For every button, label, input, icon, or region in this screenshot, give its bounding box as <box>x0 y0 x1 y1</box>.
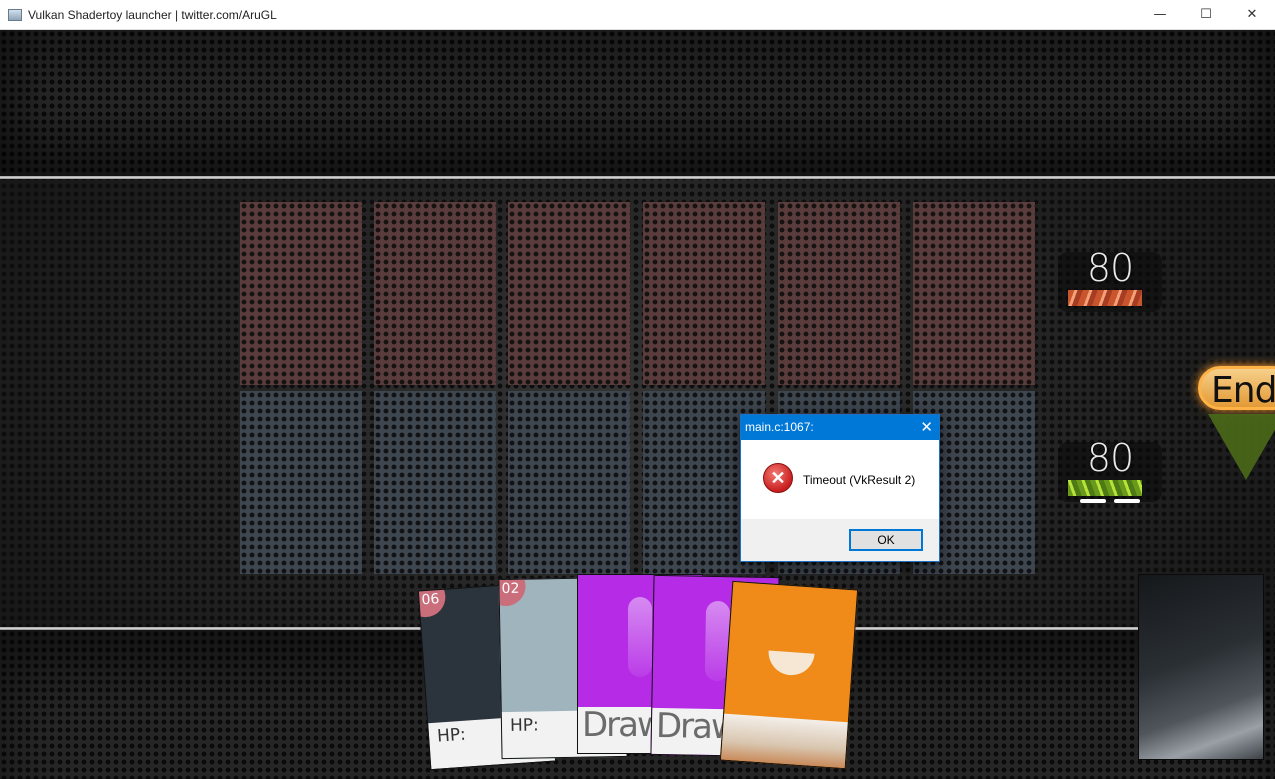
player-board-slot[interactable] <box>374 391 496 574</box>
enemy-board-slot[interactable] <box>240 202 362 385</box>
enemy-board-slot[interactable] <box>374 202 496 385</box>
player-hp-value: 80 <box>1086 436 1134 480</box>
maximize-button[interactable]: ☐ <box>1183 0 1229 29</box>
card-art-panel <box>720 713 848 769</box>
enemy-hp-display: 80 <box>1058 246 1162 312</box>
card-cost-badge: 02 <box>498 576 526 607</box>
game-canvas[interactable]: 80 80 End 06 HP: 02 HP: Draw Draw main.c… <box>0 30 1275 779</box>
enemy-hp-bar <box>1068 290 1142 306</box>
enemy-board-slot[interactable] <box>643 202 765 385</box>
board-divider-top <box>0 176 1275 179</box>
dialog-title: main.c:1067: <box>745 420 814 434</box>
end-turn-label: End <box>1211 370 1275 411</box>
turn-indicator-arrow-icon <box>1208 414 1275 480</box>
app-window-icon <box>8 8 22 21</box>
dialog-body: ✕ Timeout (VkResult 2) <box>741 440 939 519</box>
error-icon: ✕ <box>763 463 793 493</box>
card-hp-label: HP: <box>436 724 467 747</box>
dialog-close-icon[interactable]: ✕ <box>920 418 933 436</box>
dialog-message: Timeout (VkResult 2) <box>803 473 916 487</box>
window-controls: — ☐ ✕ <box>1137 0 1275 29</box>
ok-button[interactable]: OK <box>849 529 923 551</box>
minimize-button[interactable]: — <box>1137 0 1183 29</box>
enemy-board-slot[interactable] <box>778 202 900 385</box>
window-title: Vulkan Shadertoy launcher | twitter.com/… <box>28 7 277 22</box>
enemy-hp-value: 80 <box>1086 246 1134 290</box>
card-art <box>767 650 815 677</box>
player-hp-display: 80 <box>1058 436 1162 503</box>
mana-pip <box>1114 499 1140 503</box>
hand-card[interactable] <box>719 580 859 770</box>
window-titlebar: Vulkan Shadertoy launcher | twitter.com/… <box>0 0 1275 30</box>
end-turn-button[interactable]: End <box>1198 366 1275 411</box>
card-art <box>628 597 652 677</box>
card-cost-badge: 06 <box>417 581 447 619</box>
player-board-slot[interactable] <box>508 391 630 574</box>
opponent-hand-area <box>0 30 1275 176</box>
enemy-board-slot[interactable] <box>508 202 630 385</box>
dialog-titlebar: main.c:1067: ✕ <box>741 415 939 440</box>
card-hp-label: HP: <box>509 715 539 736</box>
error-dialog: main.c:1067: ✕ ✕ Timeout (VkResult 2) OK <box>740 414 940 562</box>
player-deck[interactable] <box>1138 574 1264 760</box>
enemy-board-slot[interactable] <box>913 202 1035 385</box>
close-button[interactable]: ✕ <box>1229 0 1275 29</box>
player-hp-bar <box>1068 480 1142 496</box>
mana-pip <box>1080 499 1106 503</box>
player-board-slot[interactable] <box>240 391 362 574</box>
